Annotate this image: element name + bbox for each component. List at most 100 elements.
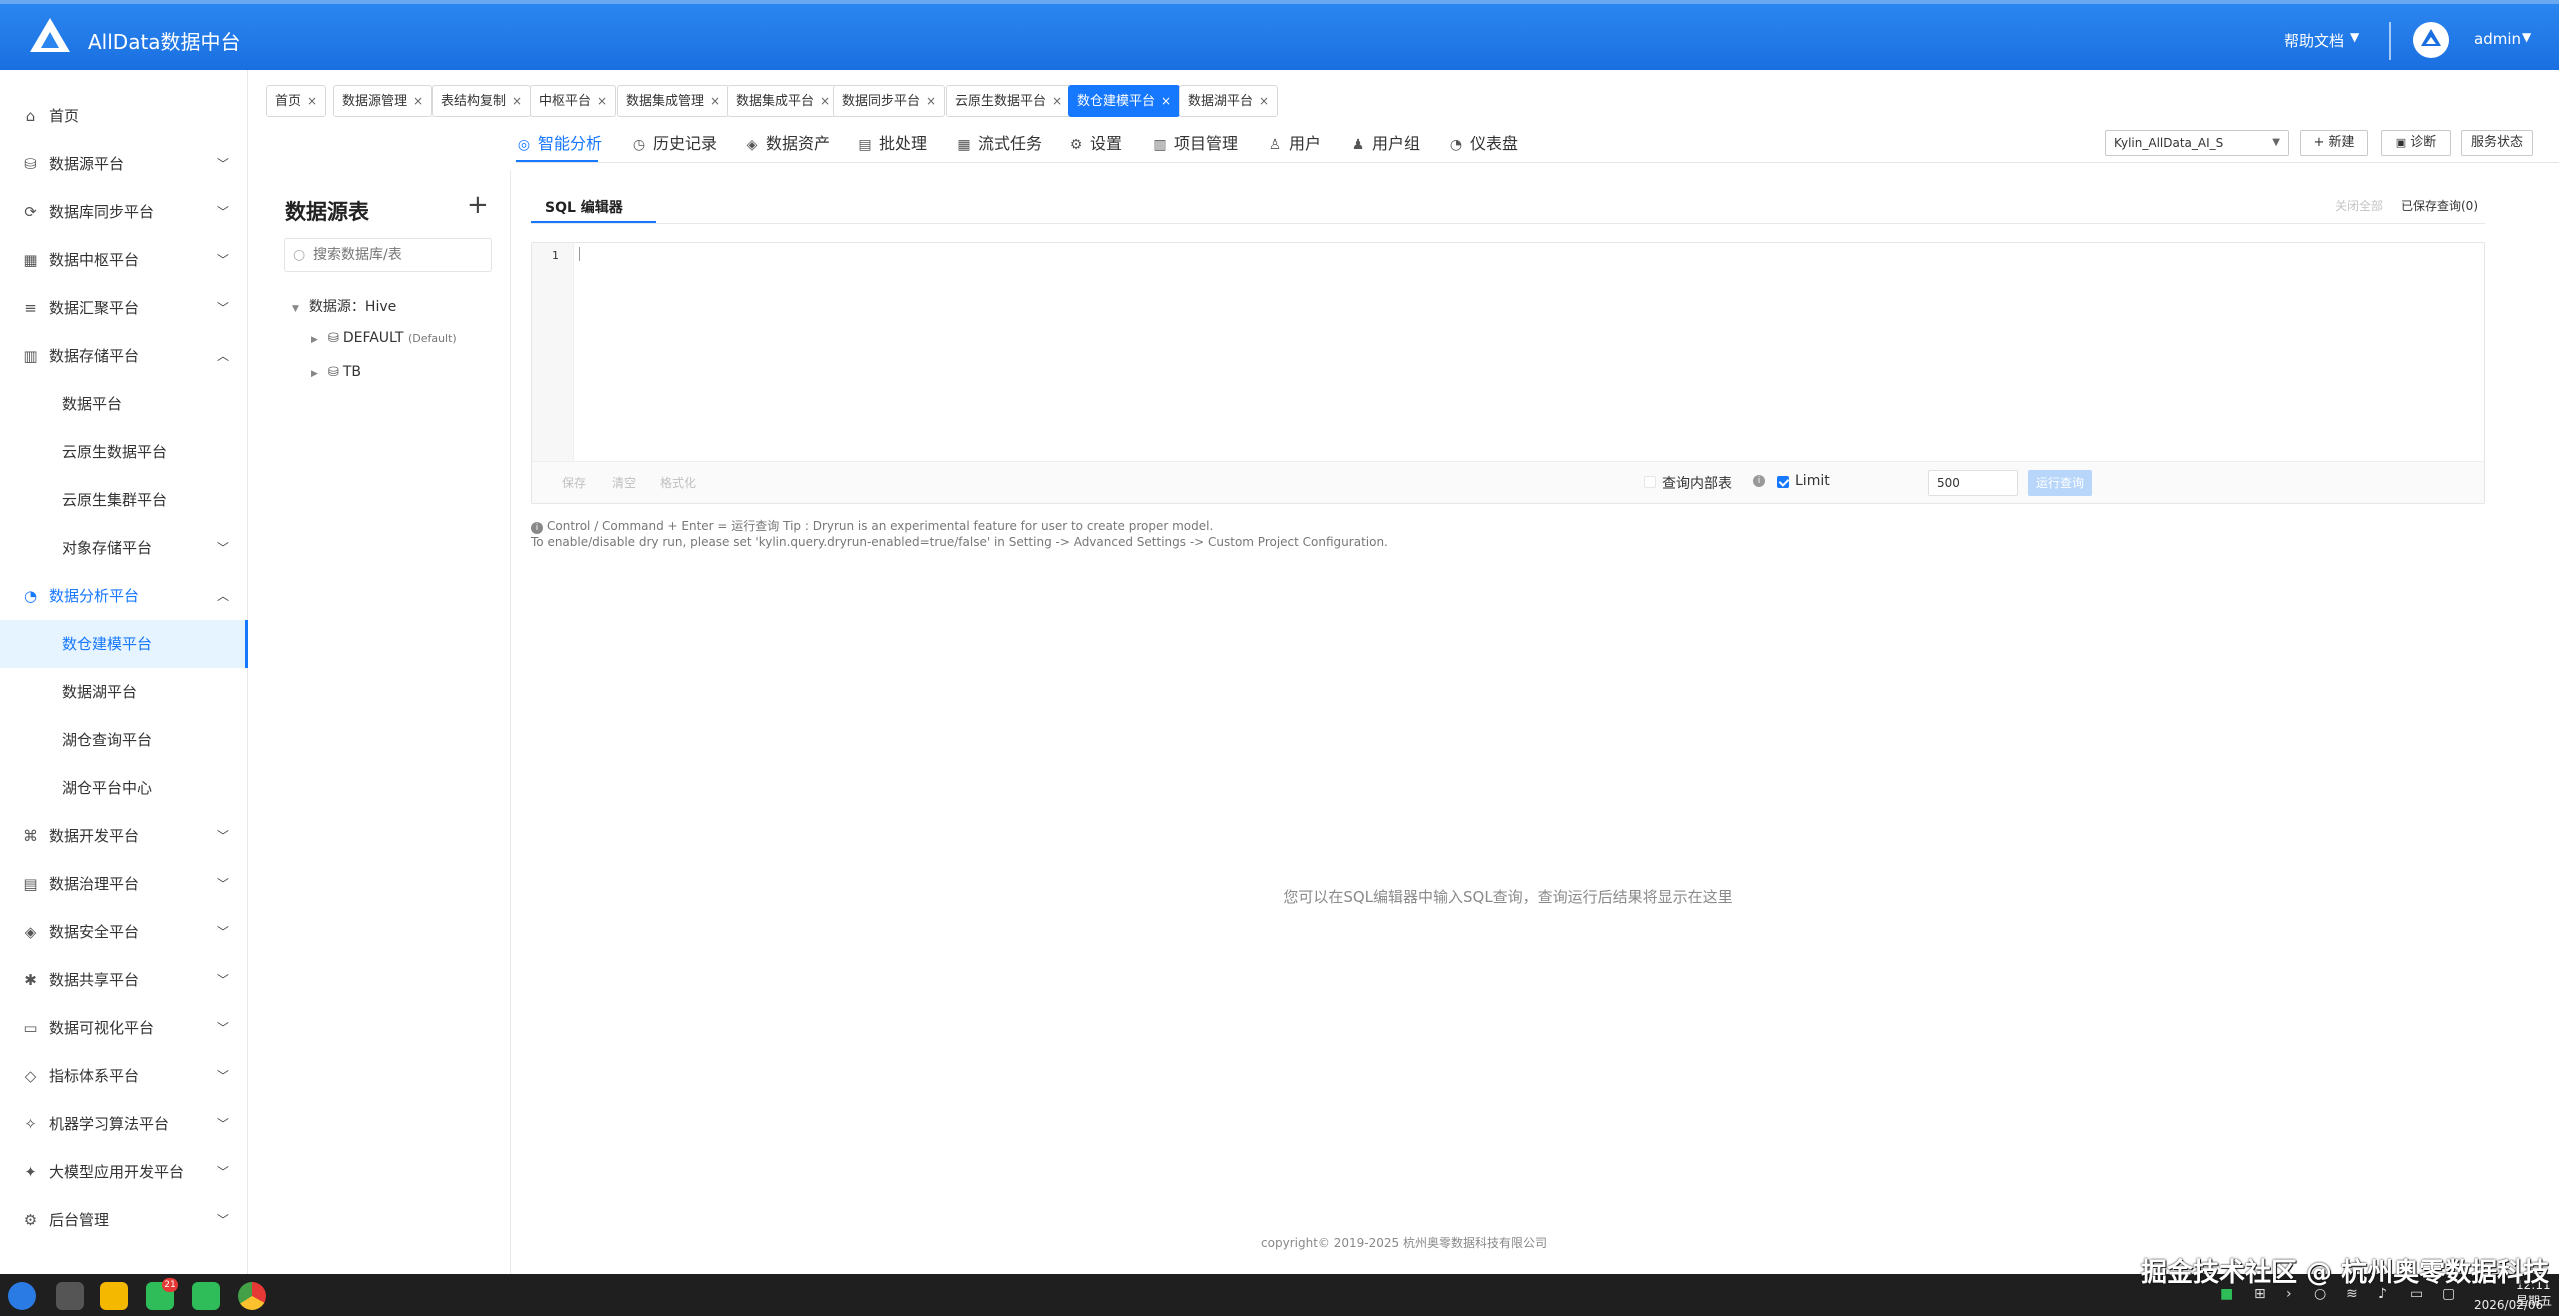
- datasource-search[interactable]: ○: [284, 238, 492, 272]
- tab-label: 数仓建模平台: [1077, 94, 1156, 109]
- tab-item[interactable]: 中枢平台 ×: [530, 85, 617, 117]
- tab-item[interactable]: 数仓建模平台 ×: [1068, 85, 1181, 117]
- sidebar-item[interactable]: ▭ 数据可视化平台 ﹀: [0, 1004, 248, 1052]
- save-button[interactable]: 保存: [562, 474, 586, 491]
- nav-item[interactable]: ▦ 流式任务: [956, 132, 1042, 156]
- editor-tab-divider: [531, 223, 2485, 224]
- sidebar-item[interactable]: 数仓建模平台: [0, 620, 248, 668]
- close-icon[interactable]: ×: [1052, 94, 1062, 108]
- limit-input[interactable]: 500: [1928, 470, 2018, 496]
- caret-right-icon: ▶: [311, 335, 318, 345]
- sidebar-item[interactable]: ≡ 数据汇聚平台 ﹀: [0, 284, 248, 332]
- tree-root[interactable]: ▼ 数据源：Hive: [292, 296, 396, 316]
- format-button[interactable]: 格式化: [660, 474, 696, 491]
- help-docs-link[interactable]: 帮助文档: [2284, 30, 2344, 51]
- diagnose-button[interactable]: ▣ 诊断: [2381, 130, 2451, 156]
- internal-table-checkbox[interactable]: [1644, 476, 1656, 488]
- nav-item[interactable]: ▥ 项目管理: [1152, 132, 1238, 156]
- nav-item-label: 设置: [1090, 134, 1123, 153]
- clear-button[interactable]: 清空: [612, 474, 636, 491]
- project-select[interactable]: Kylin_AllData_AI_S ▼: [2105, 130, 2289, 156]
- sidebar-item[interactable]: ⟳ 数据库同步平台 ﹀: [0, 188, 248, 236]
- caret-down-icon[interactable]: ▼: [2350, 30, 2359, 44]
- saved-queries-button[interactable]: 已保存查询(0): [2401, 197, 2478, 214]
- sidebar-item[interactable]: 云原生集群平台: [0, 476, 248, 524]
- close-all-button[interactable]: 关闭全部: [2335, 197, 2383, 214]
- datasource-search-input[interactable]: [313, 244, 485, 266]
- sidebar-item[interactable]: ⌘ 数据开发平台 ﹀: [0, 812, 248, 860]
- service-status-button[interactable]: 服务状态: [2461, 130, 2533, 156]
- sidebar-item[interactable]: ✧ 机器学习算法平台 ﹀: [0, 1100, 248, 1148]
- sidebar-item[interactable]: 云原生数据平台: [0, 428, 248, 476]
- sidebar-item[interactable]: ▦ 数据中枢平台 ﹀: [0, 236, 248, 284]
- top-bar: AllData数据中台 帮助文档 ▼ admin ▼: [0, 0, 2559, 70]
- sidebar-item[interactable]: ▥ 数据存储平台 ︿: [0, 332, 248, 380]
- tab-item[interactable]: 云原生数据平台 ×: [946, 85, 1072, 117]
- nav-item[interactable]: ◷ 历史记录: [631, 132, 717, 156]
- nav-item-label: 数据资产: [766, 134, 831, 153]
- close-icon[interactable]: ×: [307, 94, 317, 108]
- close-icon[interactable]: ×: [1259, 94, 1269, 108]
- sidebar-item-label: 数据中枢平台: [49, 251, 140, 269]
- tree-item-label: DEFAULT: [342, 330, 404, 346]
- nav-item[interactable]: ♟ 用户组: [1350, 132, 1420, 156]
- info-icon[interactable]: i: [1753, 475, 1765, 487]
- tab-item[interactable]: 数据湖平台 ×: [1179, 85, 1279, 117]
- sidebar-item[interactable]: ⛁ 数据源平台 ﹀: [0, 140, 248, 188]
- close-icon[interactable]: ×: [710, 94, 720, 108]
- file-manager-icon[interactable]: [56, 1282, 84, 1310]
- add-datasource-icon[interactable]: +: [467, 192, 489, 218]
- tab-item[interactable]: 首页 ×: [266, 85, 327, 117]
- sidebar-item[interactable]: 湖仓查询平台: [0, 716, 248, 764]
- nav-item[interactable]: ⚙ 设置: [1068, 132, 1122, 156]
- close-icon[interactable]: ×: [820, 94, 830, 108]
- tree-item-tb[interactable]: ▶ ⛁ TB: [311, 364, 361, 380]
- nav-item[interactable]: ♙ 用户: [1267, 132, 1321, 156]
- tab-item[interactable]: 数据集成平台 ×: [727, 85, 840, 117]
- limit-checkbox[interactable]: [1777, 476, 1789, 488]
- close-icon[interactable]: ×: [413, 94, 423, 108]
- launcher-icon[interactable]: [8, 1282, 36, 1310]
- run-query-button[interactable]: 运行查询: [2028, 470, 2092, 496]
- sidebar-item[interactable]: ✦ 大模型应用开发平台 ﹀: [0, 1148, 248, 1196]
- tab-item[interactable]: 数据同步平台 ×: [833, 85, 946, 117]
- tree-item-default[interactable]: ▶ ⛁ DEFAULT (Default): [311, 330, 457, 346]
- close-icon[interactable]: ×: [926, 94, 936, 108]
- sql-editor[interactable]: 1 保存 清空 格式化 查询内部表 i Limit 500 运行查询: [531, 242, 2485, 504]
- app-icon[interactable]: [100, 1282, 128, 1310]
- sidebar-item[interactable]: 数据湖平台: [0, 668, 248, 716]
- sql-editor-tab[interactable]: SQL 编辑器: [545, 197, 623, 217]
- new-button[interactable]: + 新建: [2300, 130, 2368, 156]
- tab-item[interactable]: 表结构复制 ×: [432, 85, 532, 117]
- sidebar-item[interactable]: ⌂ 首页: [0, 92, 248, 140]
- tab-item[interactable]: 数据源管理 ×: [333, 85, 433, 117]
- nav-item[interactable]: ◎ 智能分析: [516, 132, 602, 156]
- sidebar-item[interactable]: ✱ 数据共享平台 ﹀: [0, 956, 248, 1004]
- close-icon[interactable]: ×: [1161, 94, 1171, 108]
- nav-item[interactable]: ◈ 数据资产: [744, 132, 830, 156]
- close-icon[interactable]: ×: [597, 94, 607, 108]
- close-icon[interactable]: ×: [512, 94, 522, 108]
- sidebar-item[interactable]: ◇ 指标体系平台 ﹀: [0, 1052, 248, 1100]
- sidebar-item[interactable]: 对象存储平台 ﹀: [0, 524, 248, 572]
- caret-down-icon[interactable]: ▼: [2522, 30, 2531, 44]
- alldata-logo-icon[interactable]: [28, 16, 72, 54]
- database-icon: ⛁: [24, 155, 37, 173]
- sidebar-item[interactable]: 数据平台: [0, 380, 248, 428]
- sidebar-item[interactable]: 湖仓平台中心: [0, 764, 248, 812]
- chevron-down-icon: ▼: [2272, 137, 2280, 148]
- tab-item[interactable]: 数据集成管理 ×: [617, 85, 730, 117]
- nav-item[interactable]: ◔ 仪表盘: [1448, 132, 1518, 156]
- sidebar-item[interactable]: ◈ 数据安全平台 ﹀: [0, 908, 248, 956]
- wechat-icon[interactable]: [192, 1282, 220, 1310]
- avatar[interactable]: [2413, 22, 2449, 58]
- sidebar-item-label: 数据共享平台: [49, 971, 140, 989]
- sidebar-item[interactable]: ⚙ 后台管理 ﹀: [0, 1196, 248, 1244]
- llm-icon: ✦: [24, 1163, 37, 1181]
- sidebar-item-label: 数据汇聚平台: [49, 299, 140, 317]
- sidebar-item[interactable]: ◔ 数据分析平台 ︿: [0, 572, 248, 620]
- sidebar-item[interactable]: ▤ 数据治理平台 ﹀: [0, 860, 248, 908]
- chrome-icon[interactable]: [238, 1282, 266, 1310]
- username[interactable]: admin: [2474, 30, 2521, 48]
- nav-item[interactable]: ▤ 批处理: [857, 132, 927, 156]
